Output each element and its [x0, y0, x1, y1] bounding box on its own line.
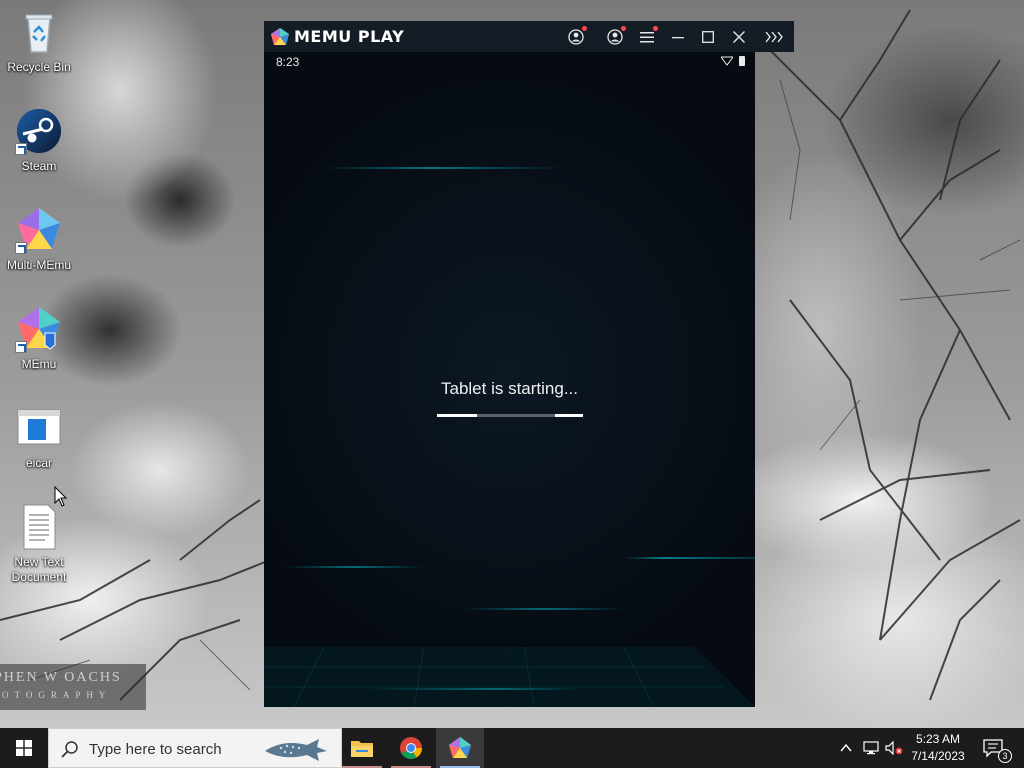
- whale-shark-search-highlight-icon: [265, 739, 327, 761]
- shortcut-arrow-icon: [15, 242, 27, 254]
- profile-button[interactable]: [603, 25, 627, 49]
- android-status-time: 8:23: [276, 55, 300, 69]
- chrome-icon: [400, 737, 422, 759]
- shortcut-arrow-icon: [15, 341, 27, 353]
- system-clock[interactable]: 5:23 AM 7/14/2023: [906, 731, 970, 765]
- clock-time: 5:23 AM: [915, 732, 961, 746]
- network-icon: [863, 741, 879, 755]
- clock-date: 7/14/2023: [911, 749, 965, 763]
- search-icon: [61, 741, 78, 758]
- taskbar: Type here to search 5:23 AM 7/14/2023 3: [0, 728, 1024, 768]
- mouse-cursor-icon: [54, 486, 68, 507]
- watermark-line1: PHEN W OACHS: [0, 670, 122, 685]
- desktop-icon-memu[interactable]: MEmu: [0, 305, 78, 372]
- notification-dot: [621, 26, 626, 31]
- progress-segment: [555, 414, 583, 417]
- taskbar-memu[interactable]: [436, 728, 484, 768]
- recycle-bin-label: Recycle Bin: [7, 60, 71, 74]
- decorative-glow: [624, 557, 755, 559]
- user-icon: [568, 29, 584, 45]
- boot-progress-bar: [437, 414, 583, 417]
- memu-icon: [15, 305, 63, 353]
- boot-status-message: Tablet is starting...: [440, 379, 578, 398]
- android-screen[interactable]: 8:23 Tablet is starting...: [264, 52, 755, 707]
- shortcut-arrow-icon: [15, 143, 27, 155]
- decorative-floor-grid: [264, 646, 755, 707]
- memu-titlebar[interactable]: MEMU PLAY: [264, 21, 794, 52]
- decorative-glow: [464, 608, 624, 610]
- notification-dot: [582, 26, 587, 31]
- recycle-bin-icon: [15, 8, 63, 56]
- desktop-icon-eicar[interactable]: eicar: [0, 404, 78, 471]
- menu-button[interactable]: [635, 25, 659, 49]
- notification-count-badge: 3: [998, 749, 1012, 763]
- desktop-icon-multi-memu[interactable]: Multi-MEmu: [0, 206, 78, 273]
- memu-logo-icon: [271, 28, 289, 45]
- steam-icon: [15, 107, 63, 155]
- new-text-document-label: New Text Document: [11, 555, 67, 584]
- taskbar-chrome[interactable]: [387, 728, 435, 768]
- decorative-glow: [324, 167, 564, 169]
- maximize-button[interactable]: [696, 25, 720, 49]
- triple-chevron-right-icon: [765, 31, 783, 43]
- volume-muted-icon: [885, 741, 903, 755]
- memu-label: MEmu: [21, 357, 57, 371]
- taskbar-search-box[interactable]: Type here to search: [48, 728, 342, 768]
- desktop-icon-recycle-bin[interactable]: Recycle Bin: [0, 8, 78, 75]
- multi-memu-label: Multi-MEmu: [6, 258, 71, 272]
- minimize-icon: [672, 37, 684, 39]
- maximize-icon: [702, 31, 714, 43]
- memu-title: MEMU PLAY: [294, 27, 405, 46]
- wifi-icon: [721, 56, 733, 66]
- search-placeholder: Type here to search: [89, 741, 222, 758]
- show-hidden-icons-button[interactable]: [836, 738, 856, 758]
- file-explorer-icon: [351, 741, 373, 757]
- eicar-label: eicar: [25, 456, 52, 470]
- minimize-button[interactable]: [666, 25, 690, 49]
- desktop-icon-new-text-document[interactable]: New Text Document: [0, 503, 78, 585]
- action-center-button[interactable]: 3: [982, 738, 1012, 763]
- chevron-up-icon: [840, 744, 852, 752]
- steam-label: Steam: [21, 159, 57, 173]
- text-document-icon: [15, 503, 63, 551]
- executable-file-icon: [15, 404, 63, 452]
- multi-memu-icon: [15, 206, 63, 254]
- notification-dot: [653, 26, 658, 31]
- progress-segment: [437, 414, 477, 417]
- profile-icon: [607, 29, 623, 45]
- memu-side-toolbar-area: [755, 52, 794, 707]
- close-button[interactable]: [727, 25, 751, 49]
- volume-tray-button[interactable]: [884, 738, 904, 758]
- memu-taskbar-icon: [449, 737, 471, 758]
- watermark-line2: OTOGRAPHY: [2, 690, 112, 700]
- close-icon: [733, 31, 745, 43]
- decorative-glow: [284, 566, 424, 568]
- start-button[interactable]: [0, 728, 48, 768]
- expand-toolbar-button[interactable]: [762, 25, 786, 49]
- memu-play-window[interactable]: MEMU PLAY 8:23 Tablet is starting...: [264, 21, 794, 707]
- account-button[interactable]: [564, 25, 588, 49]
- taskbar-file-explorer[interactable]: [338, 728, 386, 768]
- windows-logo-icon: [16, 740, 32, 756]
- hamburger-menu-icon: [640, 32, 654, 43]
- battery-icon: [739, 56, 745, 66]
- network-tray-button[interactable]: [861, 738, 881, 758]
- desktop-icon-steam[interactable]: Steam: [0, 107, 78, 174]
- wallpaper-watermark: PHEN W OACHS OTOGRAPHY: [0, 664, 146, 710]
